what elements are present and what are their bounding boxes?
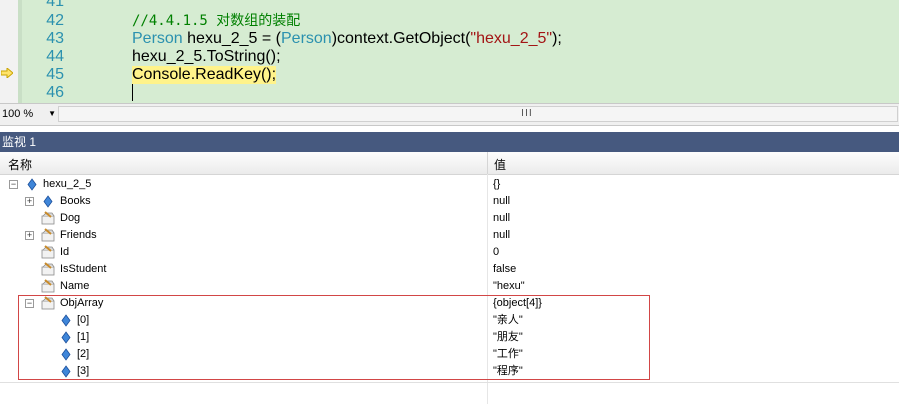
watch-item-name: IsStudent	[60, 263, 107, 275]
current-statement-highlight: Console.ReadKey();	[132, 66, 277, 84]
code-line: 43 Person hexu_2_5 = (Person)context.Get…	[22, 30, 562, 48]
code-line-current: 45 Console.ReadKey();	[22, 66, 277, 84]
code-line: 42 //4.4.1.5 对数组的装配	[22, 12, 300, 30]
collapse-icon[interactable]: −	[9, 180, 18, 189]
empty-row-divider	[0, 382, 899, 383]
watch-row[interactable]: Id 0	[0, 244, 899, 261]
expand-icon[interactable]: +	[25, 197, 34, 206]
type-keyword: Person	[132, 30, 183, 47]
property-icon	[41, 211, 55, 225]
line-number: 41	[46, 0, 64, 10]
text-caret	[132, 84, 133, 101]
highlight-box	[18, 295, 650, 380]
watch-item-name: hexu_2_5	[43, 178, 92, 190]
string-literal: "hexu_2_5"	[470, 30, 553, 47]
line-number: 46	[46, 84, 64, 101]
column-header-value[interactable]: 值	[494, 156, 506, 173]
code-comment: //4.4.1.5 对数组的装配	[132, 13, 301, 29]
editor-status-bar: 100 % ▼ III	[0, 103, 899, 126]
expand-icon[interactable]: +	[25, 231, 34, 240]
code-editor[interactable]: 41 42 //4.4.1.5 对数组的装配 43 Person hexu_2_…	[0, 0, 899, 103]
watch-item-value[interactable]: null	[493, 227, 510, 244]
line-number: 42	[46, 12, 64, 29]
watch-item-value[interactable]: 0	[493, 244, 499, 261]
watch-row[interactable]: + Books null	[0, 193, 899, 210]
current-statement-arrow-icon	[1, 68, 13, 78]
watch-item-name: Id	[60, 246, 70, 258]
code-text: hexu_2_5.ToString();	[132, 48, 281, 65]
watch-item-name: Books	[60, 195, 91, 207]
code-line: 44 hexu_2_5.ToString();	[22, 48, 280, 66]
watch-grid-header: 名称 值	[0, 152, 899, 175]
column-divider[interactable]	[487, 152, 488, 174]
watch-item-value[interactable]: null	[493, 193, 510, 210]
line-number: 43	[46, 30, 64, 47]
watch-item-value[interactable]: null	[493, 210, 510, 227]
watch-item-name: Friends	[60, 229, 97, 241]
code-line: 41	[22, 0, 64, 11]
field-icon	[43, 195, 53, 208]
breakpoint-gutter[interactable]	[0, 0, 19, 103]
code-text: Person hexu_2_5 = (Person)context.GetObj…	[132, 30, 562, 48]
object-variable-icon	[27, 178, 37, 191]
code-fragment: )context.GetObject(	[331, 30, 471, 47]
property-icon	[41, 245, 55, 259]
watch-item-name: Dog	[60, 212, 81, 224]
code-fragment: );	[552, 30, 562, 47]
dropdown-arrow-icon: ▼	[48, 109, 56, 118]
watch-row[interactable]: + Friends null	[0, 227, 899, 244]
watch-item-value[interactable]: "hexu"	[493, 278, 525, 295]
watch-panel-title[interactable]: 监视 1	[0, 132, 899, 152]
watch-row[interactable]: − hexu_2_5 {}	[0, 176, 899, 193]
watch-item-value[interactable]: {}	[493, 176, 500, 193]
watch-row[interactable]: Name "hexu"	[0, 278, 899, 295]
watch-item-value[interactable]: false	[493, 261, 516, 278]
property-icon	[41, 228, 55, 242]
code-line: 46	[22, 84, 64, 102]
watch-row[interactable]: IsStudent false	[0, 261, 899, 278]
zoom-dropdown[interactable]: 100 % ▼	[0, 106, 58, 122]
property-icon	[41, 262, 55, 276]
scroll-grip-icon: III	[521, 108, 533, 119]
horizontal-scrollbar[interactable]: III	[58, 106, 898, 122]
line-number: 44	[46, 48, 64, 65]
code-fragment: hexu_2_5 = (	[182, 30, 281, 47]
watch-item-name: Name	[60, 280, 90, 292]
watch-row[interactable]: Dog null	[0, 210, 899, 227]
property-icon	[41, 279, 55, 293]
type-keyword: Person	[281, 30, 332, 47]
column-header-name[interactable]: 名称	[8, 156, 32, 173]
line-number: 45	[46, 66, 64, 83]
zoom-level: 100 %	[2, 108, 34, 120]
